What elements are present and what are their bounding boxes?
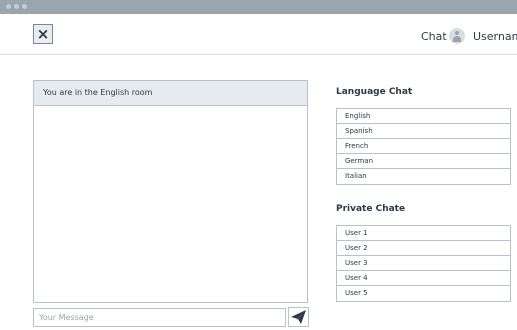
window-maximize-dot[interactable] (22, 4, 27, 9)
chat-panel: You are in the English room (33, 80, 308, 303)
window-minimize-dot[interactable] (14, 4, 19, 9)
language-chat-title: Language Chat (336, 87, 413, 97)
language-item-spanish[interactable]: Spanish (337, 124, 510, 139)
user-avatar-icon[interactable] (449, 28, 465, 44)
language-item-french[interactable]: French (337, 139, 510, 154)
user-item-1[interactable]: User 1 (337, 226, 510, 241)
nav-chat-link[interactable]: Chat (421, 30, 447, 43)
avatar-head (455, 31, 459, 35)
user-item-5[interactable]: User 5 (337, 286, 510, 301)
username-link[interactable]: Username (473, 30, 517, 43)
send-button[interactable] (288, 307, 309, 327)
private-chat-title: Private Chate (336, 204, 406, 214)
language-item-german[interactable]: German (337, 154, 510, 169)
close-icon: × (36, 24, 50, 43)
user-item-3[interactable]: User 3 (337, 256, 510, 271)
avatar-body (453, 36, 461, 42)
language-list: English Spanish French German Italian (336, 108, 511, 185)
room-banner: You are in the English room (34, 81, 307, 106)
window-titlebar (0, 0, 517, 14)
close-button[interactable]: × (33, 24, 53, 44)
user-list: User 1 User 2 User 3 User 4 User 5 (336, 225, 511, 302)
user-item-4[interactable]: User 4 (337, 271, 510, 286)
language-item-english[interactable]: English (337, 109, 510, 124)
language-item-italian[interactable]: Italian (337, 169, 510, 184)
message-input[interactable] (33, 308, 286, 327)
top-header: × Chat Username (0, 14, 517, 55)
window-close-dot[interactable] (6, 4, 11, 9)
paper-plane-icon (291, 310, 306, 324)
user-item-2[interactable]: User 2 (337, 241, 510, 256)
